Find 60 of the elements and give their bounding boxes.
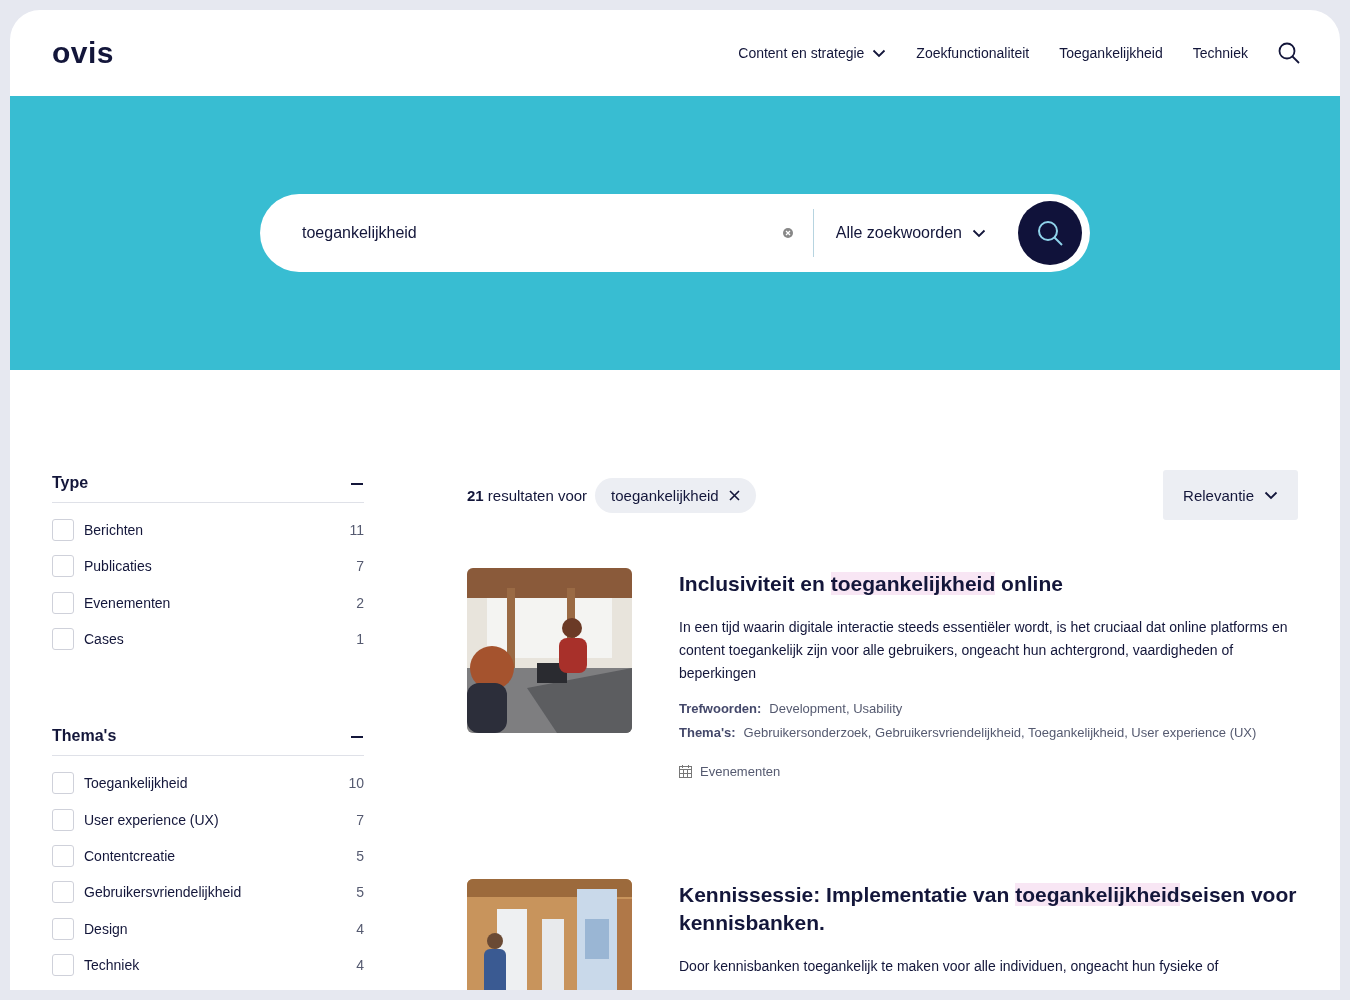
result-type: Evenementen xyxy=(700,764,781,779)
filter-label[interactable]: User experience (UX) xyxy=(84,811,357,828)
filter-label[interactable]: Publicaties xyxy=(84,558,357,575)
clear-icon[interactable] xyxy=(782,228,793,238)
chevron-down-icon xyxy=(972,228,986,238)
filter-count: 4 xyxy=(356,920,364,937)
checkbox[interactable] xyxy=(52,555,74,578)
filter-label[interactable]: Evenementen xyxy=(84,594,357,611)
nav-link[interactable]: Content en strategie xyxy=(738,45,887,61)
sort-dropdown[interactable]: Relevantie xyxy=(1163,470,1298,520)
checkbox[interactable] xyxy=(52,881,74,904)
filter-title: Type xyxy=(52,474,89,492)
chevron-down-icon xyxy=(1264,490,1278,500)
search-icon[interactable] xyxy=(1278,42,1300,64)
meta-label: Trefwoorden: xyxy=(679,701,762,716)
checkbox[interactable] xyxy=(52,591,74,614)
checkbox[interactable] xyxy=(52,519,74,542)
filter-count: 10 xyxy=(348,775,364,792)
filter-label[interactable]: Contentcreatie xyxy=(84,847,357,864)
filter-count: 7 xyxy=(356,811,364,828)
search-button[interactable] xyxy=(1018,201,1082,265)
filter-title: Thema's xyxy=(52,727,117,746)
filter-label[interactable]: Cases xyxy=(84,631,357,648)
meta-value: Gebruikersonderzoek, Gebruikersvriendelijkheid, Toegankelijkheid, User experience (UX) xyxy=(743,725,1257,740)
search-icon xyxy=(1037,220,1063,246)
filter-label[interactable]: Gebruikersvriendelijkheid xyxy=(84,884,357,901)
result-description: Door kennisbanken toegankelijk te maken voor alle individuen, ongeacht hun fysieke of xyxy=(679,957,1220,976)
result-description: In een tijd waarin digitale interactie steeds essentiëler wordt, is het cruciaal dat online platforms en content toegankelijk zijn voor alle gebruikers, ongeacht hun achtergrond, vaardigheden of beperkingen xyxy=(679,618,1289,683)
search-mode-dropdown[interactable]: Alle zoekwoorden xyxy=(813,224,1018,242)
filter-count: 2 xyxy=(356,594,364,611)
filter-count: 5 xyxy=(356,847,364,864)
filter-label[interactable]: Berichten xyxy=(84,522,350,539)
checkbox[interactable] xyxy=(52,808,74,831)
logo[interactable]: ovis xyxy=(52,36,115,70)
chevron-down-icon xyxy=(872,48,887,58)
nav-link[interactable]: Toegankelijkheid xyxy=(1059,45,1163,61)
filter-count: 1 xyxy=(356,631,364,648)
filter-count: 4 xyxy=(356,956,364,973)
meta-label: Thema's: xyxy=(679,725,736,740)
search-field[interactable]: toegankelijkheid xyxy=(300,223,763,243)
filter-count: 7 xyxy=(356,558,364,575)
filter-label[interactable]: Design xyxy=(84,920,357,937)
result-title[interactable]: Kennissessie: Implementatie van toegankelijkheidseisen voor kennisbanken. xyxy=(679,881,1298,937)
filter-label[interactable]: Techniek xyxy=(84,956,357,973)
filter-count: 5 xyxy=(356,884,364,901)
filter-count: 11 xyxy=(349,522,364,539)
meta-value: Development, Usability xyxy=(769,701,903,716)
checkbox[interactable] xyxy=(52,844,74,867)
search-term-chip[interactable]: toegankelijkheid xyxy=(595,477,756,513)
close-icon xyxy=(728,489,740,501)
checkbox[interactable] xyxy=(52,772,74,795)
calendar-icon xyxy=(679,765,692,778)
result-count: 21 resultaten voor xyxy=(467,486,588,504)
checkbox[interactable] xyxy=(52,628,74,651)
checkbox[interactable] xyxy=(52,953,74,976)
filter-label[interactable]: Toegankelijkheid xyxy=(84,775,349,792)
nav-link[interactable]: Techniek xyxy=(1192,45,1248,61)
checkbox[interactable] xyxy=(52,917,74,940)
result-title[interactable]: Inclusiviteit en toegankelijkheid online xyxy=(679,570,1298,598)
nav-link[interactable]: Zoekfunctionaliteit xyxy=(916,45,1030,61)
